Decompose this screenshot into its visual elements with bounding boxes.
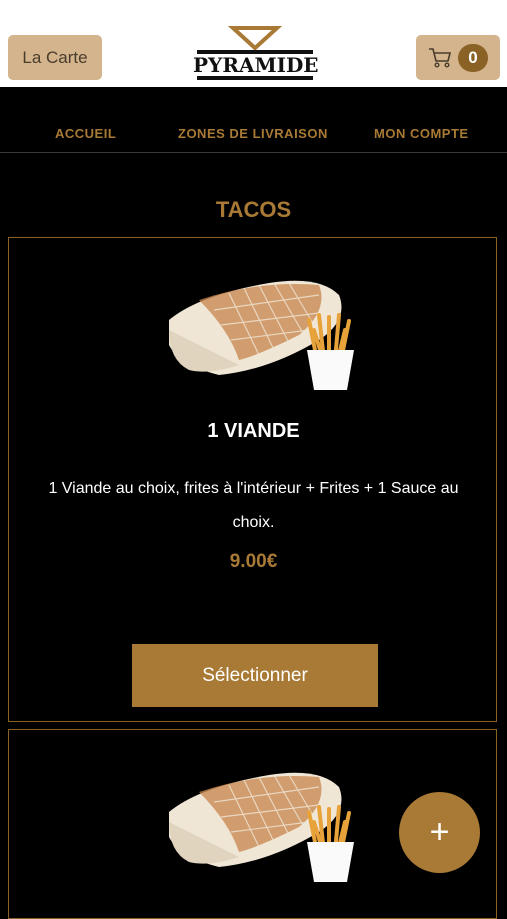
- tacos-with-fries-image: [169, 280, 354, 390]
- cart-button[interactable]: 0: [416, 35, 500, 80]
- tacos-with-fries-image: [169, 772, 354, 882]
- pyramide-logo[interactable]: PYRAMIDE: [193, 26, 319, 86]
- nav-item-mon-compte[interactable]: MON COMPTE: [374, 126, 469, 141]
- section-title: TACOS: [215, 197, 292, 222]
- product-name: 1 VIANDE: [207, 420, 300, 442]
- shopping-cart-icon: [429, 47, 452, 68]
- select-button[interactable]: Sélectionner: [132, 644, 378, 707]
- nav-item-zones-de-livraison[interactable]: ZONES DE LIVRAISON: [178, 126, 328, 141]
- main-nav: ACCUEIL ZONES DE LIVRAISON MON COMPTE: [0, 126, 507, 153]
- la-carte-label: La Carte: [22, 47, 88, 67]
- top-header: La Carte PYRAMIDE 0: [0, 0, 507, 87]
- plus-icon: +: [429, 813, 450, 851]
- la-carte-button[interactable]: La Carte: [8, 35, 102, 80]
- logo-text: PYRAMIDE: [193, 53, 319, 77]
- product-description: 1 Viande au choix, frites à l'intérieur …: [48, 480, 459, 531]
- cart-count-badge: 0: [458, 43, 488, 72]
- product-price: 9.00€: [229, 551, 278, 572]
- product-card: 1 VIANDE 1 Viande au choix, frites à l'i…: [8, 237, 497, 722]
- add-button[interactable]: +: [399, 792, 480, 873]
- nav-item-accueil[interactable]: ACCUEIL: [55, 126, 116, 141]
